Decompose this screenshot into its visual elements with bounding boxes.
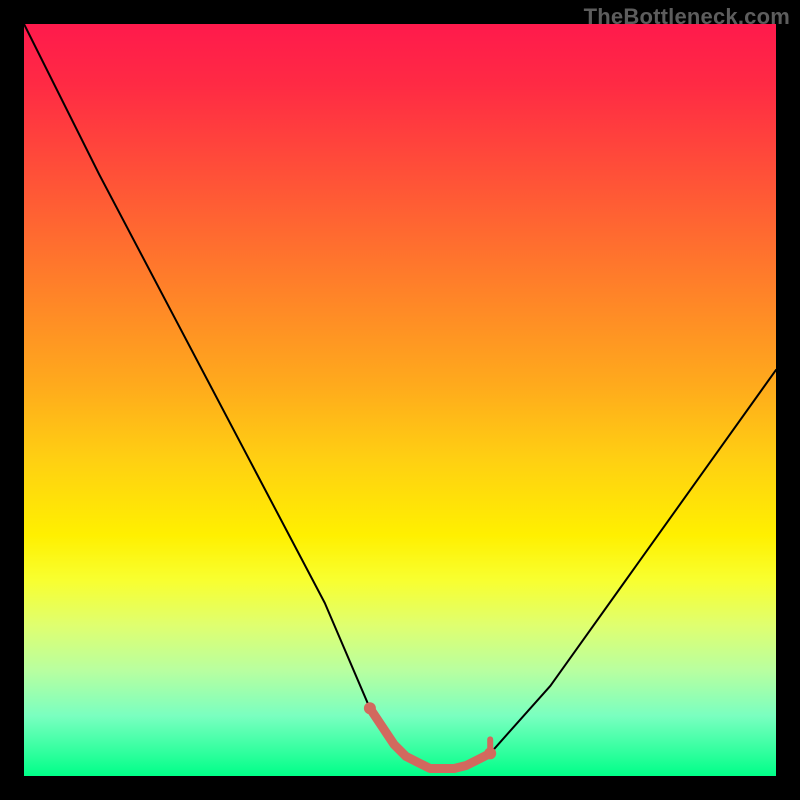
bottleneck-curve-svg [24,24,776,776]
optimal-range-highlight [370,708,490,768]
optimal-range-start-dot [364,702,376,714]
bottleneck-curve-path [24,24,776,769]
source-watermark: TheBottleneck.com [584,4,790,30]
chart-frame: TheBottleneck.com [0,0,800,800]
optimal-range-end-dot [484,747,496,759]
